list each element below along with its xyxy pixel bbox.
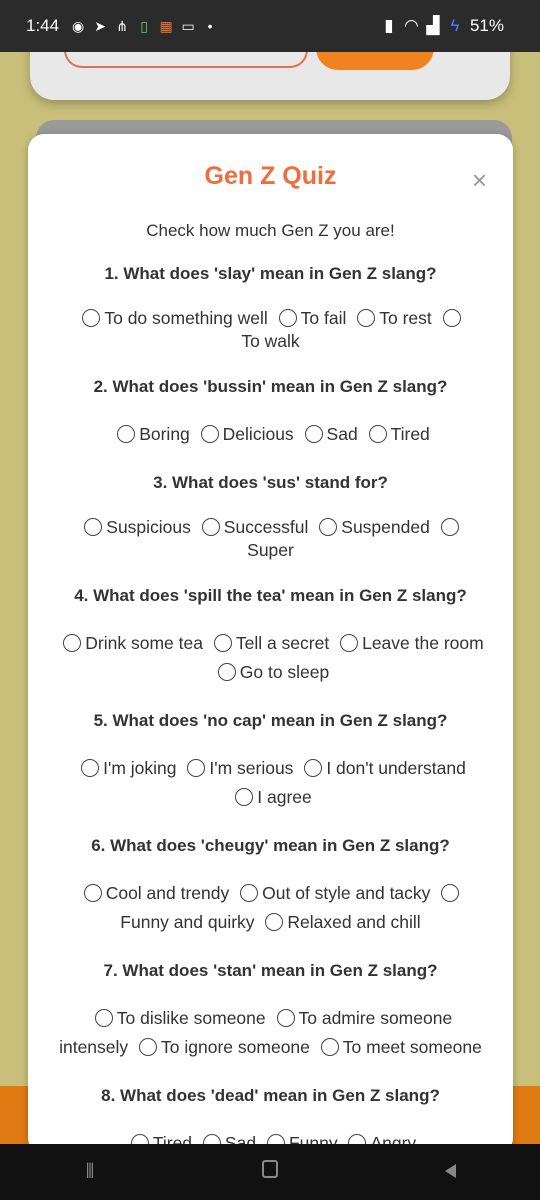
- radio-button[interactable]: [94, 1009, 113, 1027]
- radio-button[interactable]: [340, 634, 359, 652]
- radio-button[interactable]: [278, 309, 297, 327]
- option-label: Tell a secret: [235, 633, 330, 653]
- option-label: I'm joking: [103, 758, 177, 778]
- radio-button[interactable]: [357, 309, 376, 327]
- radio-button[interactable]: [368, 425, 387, 443]
- radio-button[interactable]: [442, 309, 461, 327]
- battery-percent: 51%: [469, 16, 504, 35]
- radio-button[interactable]: [440, 518, 459, 536]
- option-label: To dislike someone: [116, 1008, 266, 1028]
- modal-subtitle: Check how much Gen Z you are!: [146, 221, 395, 240]
- option-label: I agree: [257, 787, 312, 807]
- options-1: To do something well To fail To rest To …: [28, 307, 513, 353]
- question-1: 1. What does 'slay' mean in Gen Z slang?: [104, 264, 437, 283]
- options-3: Suspicious Successful Suspended Super: [28, 516, 513, 562]
- modal-title: Gen Z Quiz: [204, 162, 337, 190]
- question-2: 2. What does 'bussin' mean in Gen Z slan…: [93, 377, 448, 396]
- radio-button[interactable]: [200, 425, 219, 443]
- radio-button[interactable]: [201, 518, 220, 536]
- options-5: I'm joking I'm serious I don't understan…: [28, 754, 513, 812]
- radio-button[interactable]: [441, 884, 460, 902]
- radio-button[interactable]: [63, 634, 82, 652]
- radio-button[interactable]: [217, 663, 236, 681]
- radio-button[interactable]: [320, 1038, 339, 1056]
- radio-button[interactable]: [240, 884, 259, 902]
- radio-button[interactable]: [82, 309, 101, 327]
- dot-icon: •: [207, 18, 213, 34]
- question-8: 8. What does 'dead' mean in Gen Z slang?: [101, 1086, 440, 1105]
- option-label: Sad: [326, 424, 358, 444]
- question-6: 6. What does 'cheugy' mean in Gen Z slan…: [91, 836, 450, 855]
- network-icon: ⋔: [116, 17, 128, 34]
- option-label: Super: [247, 540, 294, 560]
- vibrate-icon: ▮: [384, 16, 394, 35]
- telegram-icon: ➤: [94, 17, 106, 34]
- option-label: I'm serious: [209, 758, 294, 778]
- radio-button[interactable]: [276, 1009, 295, 1027]
- option-label: Successful: [223, 517, 309, 537]
- options-7: To dislike someone To admire someone int…: [28, 1004, 513, 1062]
- option-label: To do something well: [104, 308, 268, 328]
- radio-button[interactable]: [304, 759, 323, 777]
- radio-button[interactable]: [304, 425, 323, 443]
- navigation-bar: ⦀: [0, 1144, 540, 1200]
- charging-bolt-icon: ϟ: [450, 16, 460, 35]
- option-label: To ignore someone: [161, 1037, 310, 1057]
- options-6: Cool and trendy Out of style and tacky F…: [28, 879, 513, 937]
- option-label: Boring: [139, 424, 190, 444]
- option-label: To rest: [379, 308, 432, 328]
- option-label: Funny and quirky: [120, 912, 255, 932]
- question-7: 7. What does 'stan' mean in Gen Z slang?: [103, 961, 438, 980]
- messenger-icon: ◉: [71, 17, 85, 34]
- notification-icons: ◉ ➤ ⋔ ▯ ▦ ▭ •: [71, 18, 217, 35]
- radio-button[interactable]: [83, 884, 102, 902]
- signal-icon: ▟: [426, 16, 440, 35]
- radio-button[interactable]: [187, 759, 206, 777]
- status-bar: 1:44 ◉ ➤ ⋔ ▯ ▦ ▭ • ▮ ◠ ▟ ϟ 51%: [0, 0, 540, 52]
- radio-button[interactable]: [319, 518, 338, 536]
- question-3: 3. What does 'sus' stand for?: [153, 473, 388, 492]
- option-label: Delicious: [222, 424, 294, 444]
- status-time: 1:44: [26, 16, 60, 35]
- home-icon[interactable]: [250, 1160, 290, 1184]
- wifi-icon: ◠: [403, 16, 419, 35]
- back-icon[interactable]: [430, 1161, 470, 1184]
- option-label: Cool and trendy: [105, 883, 230, 903]
- question-5: 5. What does 'no cap' mean in Gen Z slan…: [93, 711, 448, 730]
- option-label: To fail: [300, 308, 347, 328]
- option-label: To meet someone: [342, 1037, 482, 1057]
- battery-saver-icon: ▯: [140, 17, 148, 34]
- option-label: I don't understand: [326, 758, 466, 778]
- options-4: Drink some tea Tell a secret Leave the r…: [28, 629, 513, 687]
- recent-apps-icon[interactable]: ⦀: [70, 1161, 110, 1184]
- option-label: Suspended: [341, 517, 430, 537]
- option-label: Out of style and tacky: [262, 883, 431, 903]
- radio-button[interactable]: [265, 913, 284, 931]
- options-2: Boring Delicious Sad Tired: [28, 420, 513, 449]
- radio-button[interactable]: [235, 788, 254, 806]
- option-label: Tired: [390, 424, 430, 444]
- radio-button[interactable]: [213, 634, 232, 652]
- option-label: Go to sleep: [239, 662, 330, 682]
- radio-button[interactable]: [139, 1038, 158, 1056]
- book-icon: ▭: [181, 17, 195, 34]
- radio-button[interactable]: [81, 759, 100, 777]
- quiz-modal: Gen Z Quiz × Check how much Gen Z you ar…: [28, 134, 513, 1154]
- radio-button[interactable]: [84, 518, 103, 536]
- question-4: 4. What does 'spill the tea' mean in Gen…: [74, 586, 467, 605]
- close-button[interactable]: ×: [472, 167, 487, 193]
- radio-button[interactable]: [117, 425, 136, 443]
- option-label: To walk: [241, 331, 300, 351]
- option-label: Leave the room: [362, 633, 484, 653]
- pattern-app-icon: ▦: [159, 17, 173, 34]
- option-label: Drink some tea: [85, 633, 203, 653]
- option-label: Relaxed and chill: [287, 912, 421, 932]
- option-label: Suspicious: [106, 517, 191, 537]
